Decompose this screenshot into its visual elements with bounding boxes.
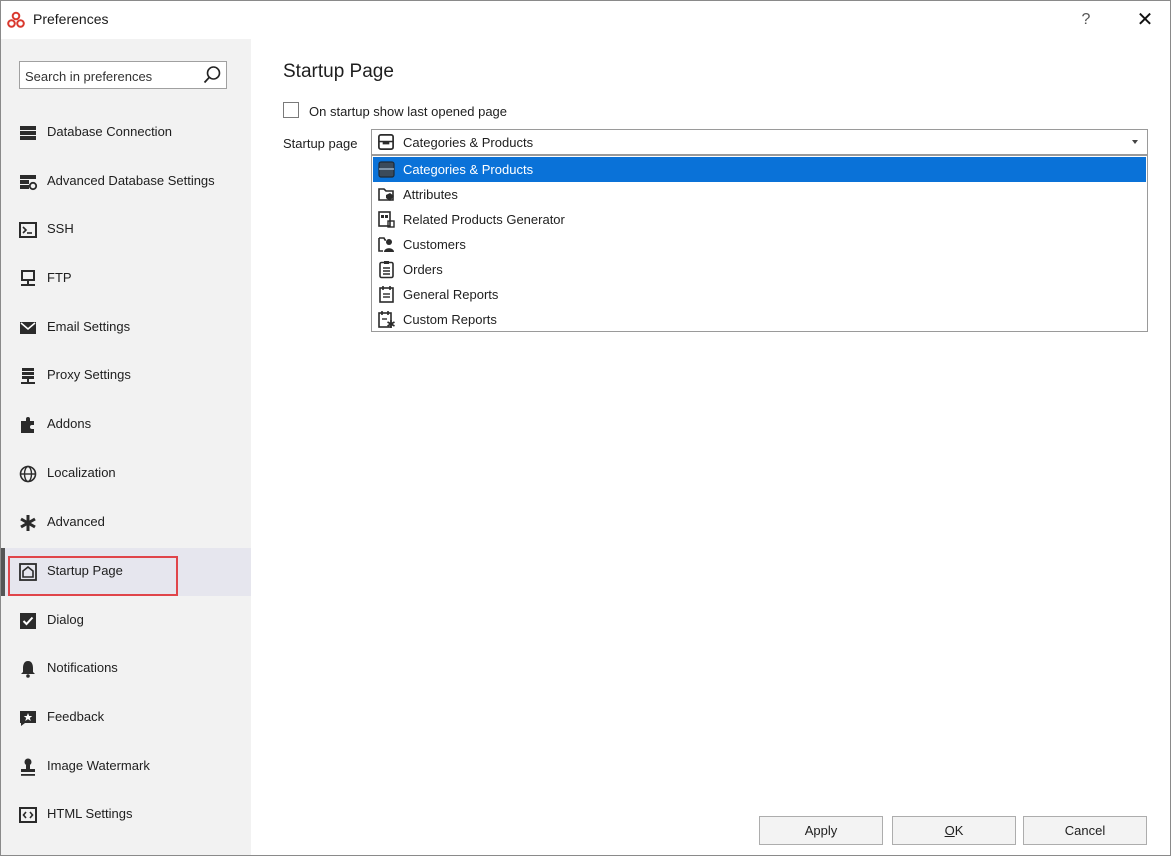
sidebar-item-label: FTP	[47, 270, 72, 285]
sidebar-item-label: Localization	[47, 465, 116, 480]
sidebar-item-label: SSH	[47, 221, 74, 236]
generator-icon	[378, 211, 395, 228]
dropdown-option-attributes[interactable]: Attributes	[373, 182, 1146, 207]
dropdown-option-label: Categories & Products	[403, 162, 534, 177]
sidebar-item-label: Advanced	[47, 514, 105, 529]
server-icon	[21, 368, 35, 384]
sidebar-item-label: Notifications	[47, 660, 118, 675]
dropdown-option-label: General Reports	[403, 287, 499, 302]
chevron-down-icon[interactable]	[1131, 139, 1139, 145]
page-title: Startup Page	[283, 61, 394, 82]
sidebar-item-email-settings[interactable]: Email Settings	[1, 304, 251, 352]
star-comment-icon	[20, 711, 36, 726]
cancel-button[interactable]: Cancel	[1023, 816, 1147, 845]
code-icon	[19, 807, 37, 823]
title-bar: Preferences ? ✕	[1, 1, 1170, 39]
close-button[interactable]: ✕	[1131, 7, 1159, 33]
sidebar-item-label: Advanced Database Settings	[47, 173, 215, 188]
sidebar-item-label: Startup Page	[47, 563, 123, 578]
show-last-opened-label[interactable]: On startup show last opened page	[309, 104, 507, 119]
home-icon	[19, 563, 37, 581]
sidebar-item-advanced[interactable]: Advanced	[1, 499, 251, 547]
startup-page-selected-value: Categories & Products	[403, 135, 534, 150]
dropdown-option-label: Orders	[403, 262, 443, 277]
sidebar-item-label: Feedback	[47, 709, 105, 724]
sidebar-item-label: Email Settings	[47, 319, 131, 334]
sidebar-item-label: Addons	[47, 416, 92, 431]
sidebar-item-advanced-database-settings[interactable]: Advanced Database Settings	[1, 158, 251, 206]
startup-page-label: Startup page	[283, 136, 358, 151]
globe-icon	[19, 465, 37, 483]
network-icon	[21, 270, 35, 286]
search-box	[19, 61, 227, 89]
sidebar-item-image-watermark[interactable]: Image Watermark	[1, 743, 251, 791]
sidebar-item-ssh[interactable]: SSH	[1, 206, 251, 254]
sidebar-item-database-connection[interactable]: Database Connection	[1, 109, 251, 157]
database-icon	[20, 126, 36, 140]
search-icon[interactable]	[202, 65, 222, 85]
app-logo-icon	[7, 11, 25, 28]
database-settings-icon	[20, 175, 38, 191]
sidebar-item-label: Database Connection	[47, 124, 173, 139]
startup-page-combobox[interactable]: Categories & Products	[371, 129, 1148, 155]
dropdown-option-custom-reports[interactable]: Custom Reports	[373, 307, 1146, 332]
dropdown-option-label: Attributes	[403, 187, 458, 202]
sidebar-item-label: Proxy Settings	[47, 367, 131, 382]
startup-page-dropdown-list: Categories & Products Attributes Related…	[371, 155, 1148, 332]
dropdown-option-orders[interactable]: Orders	[373, 257, 1146, 282]
envelope-icon	[20, 322, 36, 334]
dropdown-option-label: Custom Reports	[403, 312, 497, 327]
sidebar-item-html-settings[interactable]: HTML Settings	[1, 791, 251, 839]
show-last-opened-checkbox[interactable]	[283, 102, 299, 118]
sidebar-item-addons[interactable]: Addons	[1, 401, 251, 449]
sidebar-item-startup-page[interactable]: Startup Page	[1, 548, 251, 596]
calendar-report-icon	[379, 286, 394, 303]
dropdown-option-related-products-generator[interactable]: Related Products Generator	[373, 207, 1146, 232]
folder-user-icon	[378, 237, 394, 252]
search-input[interactable]	[23, 65, 197, 87]
dropdown-option-general-reports[interactable]: General Reports	[373, 282, 1146, 307]
sidebar-item-proxy-settings[interactable]: Proxy Settings	[1, 352, 251, 400]
sidebar-item-notifications[interactable]: Notifications	[1, 645, 251, 693]
inbox-tray-icon	[378, 134, 394, 150]
main-content: Startup Page On startup show last opened…	[251, 39, 1170, 855]
stamp-icon	[21, 758, 35, 776]
ok-label-rest: K	[954, 823, 964, 838]
inbox-tray-icon	[378, 161, 395, 178]
sidebar-item-ftp[interactable]: FTP	[1, 255, 251, 303]
dropdown-option-label: Customers	[403, 237, 466, 252]
preferences-window: Preferences ? ✕ Database Connection	[0, 0, 1171, 856]
asterisk-icon	[20, 515, 36, 531]
puzzle-icon	[21, 417, 34, 433]
window-title: Preferences	[33, 11, 109, 27]
terminal-icon	[19, 222, 37, 238]
sidebar-item-label: Dialog	[47, 612, 84, 627]
sidebar-item-feedback[interactable]: Feedback	[1, 694, 251, 742]
apply-button[interactable]: Apply	[759, 816, 883, 845]
dropdown-option-categories-products[interactable]: Categories & Products	[373, 157, 1146, 182]
checkbox-icon	[20, 613, 36, 629]
sidebar-item-label: HTML Settings	[47, 806, 133, 821]
sidebar-item-localization[interactable]: Localization	[1, 450, 251, 498]
sidebar-item-dialog[interactable]: Dialog	[1, 597, 251, 645]
sidebar-item-label: Image Watermark	[47, 758, 150, 773]
ok-mnemonic: O	[944, 823, 955, 838]
dropdown-option-customers[interactable]: Customers	[373, 232, 1146, 257]
dropdown-option-label: Related Products Generator	[403, 212, 565, 227]
ok-button[interactable]: OK	[892, 816, 1016, 845]
sidebar: Database Connection Advanced Database Se…	[1, 39, 251, 855]
help-button[interactable]: ?	[1073, 7, 1099, 33]
custom-report-icon	[378, 311, 395, 328]
bell-icon	[21, 661, 35, 678]
clipboard-list-icon	[379, 261, 394, 279]
folder-tag-icon	[378, 188, 394, 201]
